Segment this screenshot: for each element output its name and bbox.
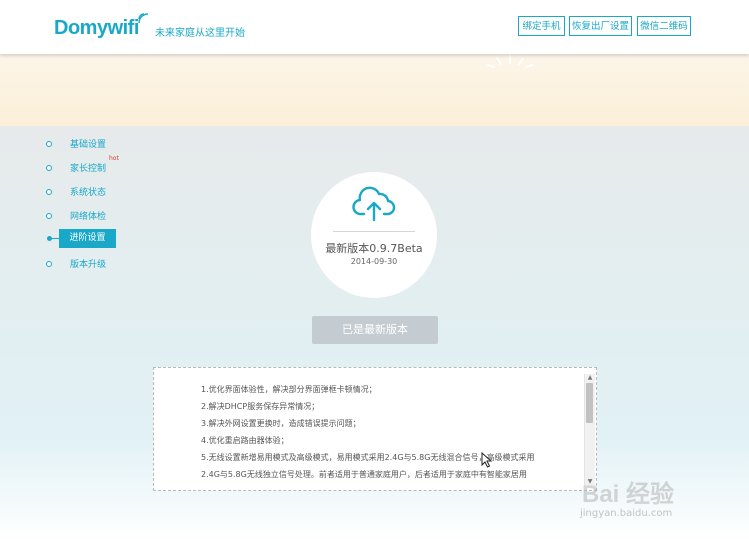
scroll-thumb[interactable] <box>586 383 593 423</box>
list-item: 1.优化界面体验性，解决部分界面弹框卡顿情况； <box>201 385 377 394</box>
list-item: 2.解决DHCP服务保存异常情况； <box>201 402 320 411</box>
sidebar-item-basic-settings[interactable]: 基础设置 <box>0 134 140 154</box>
baidu-watermark: Bai 经验 jingyan.baidu.com <box>572 470 742 525</box>
sidebar-item-label: 系统状态 <box>70 188 107 198</box>
cloud-upload-icon <box>352 186 396 222</box>
wifi-icon <box>138 13 149 24</box>
sidebar-item-label: 网络体检 <box>70 212 107 222</box>
sidebar-item-system-status[interactable]: 系统状态 <box>0 182 140 202</box>
up-to-date-button[interactable]: 已是最新版本 <box>312 316 438 344</box>
nav-dot-icon <box>46 141 52 147</box>
list-item: 2.4G与5.8G无线独立信号处理。前者适用于普通家庭用户，后者适用于家庭中有智… <box>201 470 527 479</box>
wechat-qrcode-button[interactable]: 微信二维码 <box>637 16 691 36</box>
nav-dot-icon <box>46 261 52 267</box>
nav-dot-icon <box>46 213 52 219</box>
brand-logo[interactable]: Domywifi <box>54 17 139 40</box>
latest-version-text: 最新版本0.9.7Beta <box>325 242 423 255</box>
scroll-up-arrow-icon[interactable]: ▲ <box>585 374 595 382</box>
release-notes-box[interactable]: 1.优化界面体验性，解决部分界面弹框卡顿情况； 2.解决DHCP服务保存异常情况… <box>153 367 597 491</box>
sidebar-item-label: 版本升级 <box>70 260 107 270</box>
watermark-url: jingyan.baidu.com <box>580 508 673 519</box>
version-info-card: 最新版本0.9.7Beta 2014-09-30 <box>311 172 437 298</box>
sidebar-item-advanced-settings[interactable]: 进阶设置 <box>0 229 140 249</box>
watermark-text: Bai 经验 <box>582 481 675 508</box>
divider <box>333 231 415 232</box>
factory-reset-button[interactable]: 恢复出厂设置 <box>569 16 632 36</box>
release-date: 2014-09-30 <box>350 257 398 266</box>
nav-dot-icon <box>46 165 52 171</box>
top-banner <box>0 54 749 126</box>
mouse-cursor-icon <box>481 452 493 468</box>
sun-rays-icon <box>487 54 533 68</box>
sidebar-item-parental-control[interactable]: 家长控制 hot <box>0 155 140 178</box>
sidebar-item-network-check[interactable]: 网络体检 <box>0 206 140 226</box>
sidebar-item-label: 进阶设置 <box>59 229 116 248</box>
release-notes-list: 1.优化界面体验性，解决部分界面弹框卡顿情况； 2.解决DHCP服务保存异常情况… <box>201 384 534 486</box>
hot-badge: hot <box>109 155 119 162</box>
nav-dot-icon <box>46 189 52 195</box>
bind-phone-button[interactable]: 绑定手机 <box>518 16 565 36</box>
sidebar-item-label: 家长控制 <box>70 164 107 174</box>
brand-slogan: 未来家庭从这里开始 <box>155 28 245 39</box>
sidebar-item-version-upgrade[interactable]: 版本升级 <box>0 254 140 274</box>
list-item: 4.优化重启路由器体验； <box>201 436 289 445</box>
header-bar: Domywifi 未来家庭从这里开始 绑定手机 恢复出厂设置 微信二维码 <box>0 0 749 54</box>
sidebar-item-label: 基础设置 <box>70 140 107 150</box>
list-item: 3.解决外网设置更换时，造成错误提示问题； <box>201 419 361 428</box>
